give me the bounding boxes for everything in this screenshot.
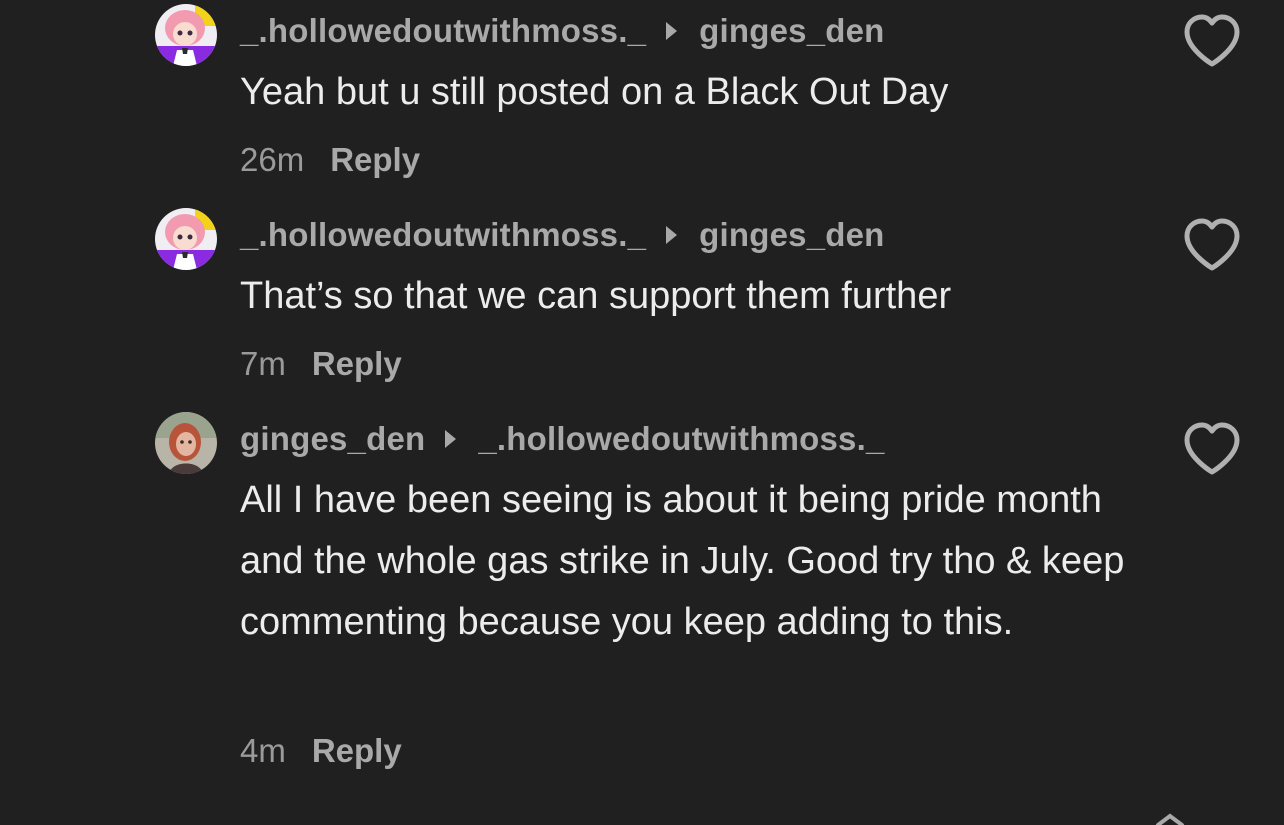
comment-meta: 7m Reply bbox=[240, 344, 402, 384]
anime-avatar-icon[interactable] bbox=[155, 208, 217, 270]
reply-button[interactable]: Reply bbox=[312, 732, 402, 770]
comment-age: 4m bbox=[240, 732, 286, 769]
reply-to-username[interactable]: ginges_den bbox=[699, 216, 884, 254]
reply-button[interactable]: Reply bbox=[312, 345, 402, 383]
author-username[interactable]: _.hollowedoutwithmoss._ bbox=[240, 216, 646, 254]
author-username[interactable]: _.hollowedoutwithmoss._ bbox=[240, 12, 646, 50]
photo-avatar-icon[interactable] bbox=[155, 412, 217, 474]
comment-age: 26m bbox=[240, 141, 305, 178]
comment-thread: _.hollowedoutwithmoss._ ginges_den Yeah … bbox=[0, 0, 1284, 825]
comment-text: That’s so that we can support them furth… bbox=[240, 275, 952, 317]
reply-to-username[interactable]: ginges_den bbox=[699, 12, 884, 50]
comment-meta: 4m Reply bbox=[240, 731, 402, 771]
caret-right-icon bbox=[666, 22, 678, 40]
author-username[interactable]: ginges_den bbox=[240, 420, 425, 458]
reply-button[interactable]: Reply bbox=[330, 141, 420, 179]
comment-header: _.hollowedoutwithmoss._ ginges_den bbox=[240, 215, 885, 255]
heart-outline-icon[interactable] bbox=[1180, 216, 1244, 274]
caret-right-icon bbox=[666, 226, 678, 244]
comment-age: 7m bbox=[240, 345, 286, 382]
heart-outline-icon[interactable] bbox=[1180, 420, 1244, 478]
caret-right-icon bbox=[445, 430, 457, 448]
anime-avatar-icon[interactable] bbox=[155, 4, 217, 66]
comment-text: Yeah but u still posted on a Black Out D… bbox=[240, 71, 949, 113]
comment-header: _.hollowedoutwithmoss._ ginges_den bbox=[240, 11, 885, 51]
reply-to-username[interactable]: _.hollowedoutwithmoss._ bbox=[478, 420, 884, 458]
comment-meta: 26m Reply bbox=[240, 140, 420, 180]
comment-text: All I have been seeing is about it being… bbox=[240, 479, 1135, 643]
comment-header: ginges_den _.hollowedoutwithmoss._ bbox=[240, 419, 885, 459]
chevron-up-icon[interactable] bbox=[1150, 812, 1190, 825]
heart-outline-icon[interactable] bbox=[1180, 12, 1244, 70]
